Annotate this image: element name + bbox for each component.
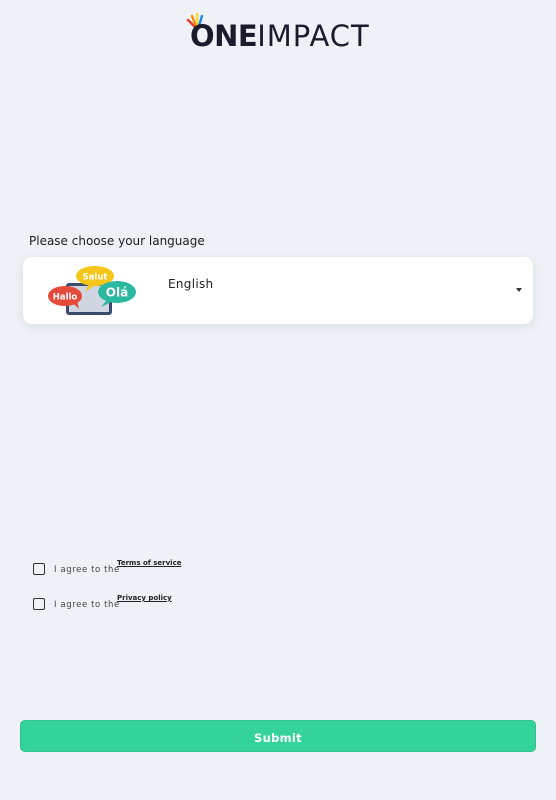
language-selected-value: English <box>168 277 214 291</box>
language-illustration-icon: Hallo Salut Olá <box>48 266 136 315</box>
language-select[interactable]: Hallo Salut Olá English <box>23 257 533 324</box>
language-label: Please choose your language <box>29 234 205 248</box>
terms-of-service-link[interactable]: Terms of service <box>117 559 181 567</box>
terms-agreement-text: I agree to the <box>54 565 120 575</box>
one-impact-logo: ONEIMPACT <box>186 12 369 53</box>
terms-checkbox[interactable] <box>33 563 45 575</box>
privacy-policy-link[interactable]: Privacy policy <box>117 594 172 602</box>
privacy-agreement-text: I agree to the <box>54 600 120 610</box>
logo-impact-text: IMPACT <box>257 19 370 53</box>
privacy-checkbox[interactable] <box>33 598 45 610</box>
salut-bubble-text: Salut <box>83 273 108 283</box>
chevron-down-icon[interactable] <box>516 288 522 292</box>
submit-button[interactable]: Submit <box>20 720 536 752</box>
logo-one-text: ONE <box>190 19 258 53</box>
ola-bubble-text: Olá <box>106 286 128 300</box>
hallo-bubble-text: Hallo <box>53 293 78 303</box>
